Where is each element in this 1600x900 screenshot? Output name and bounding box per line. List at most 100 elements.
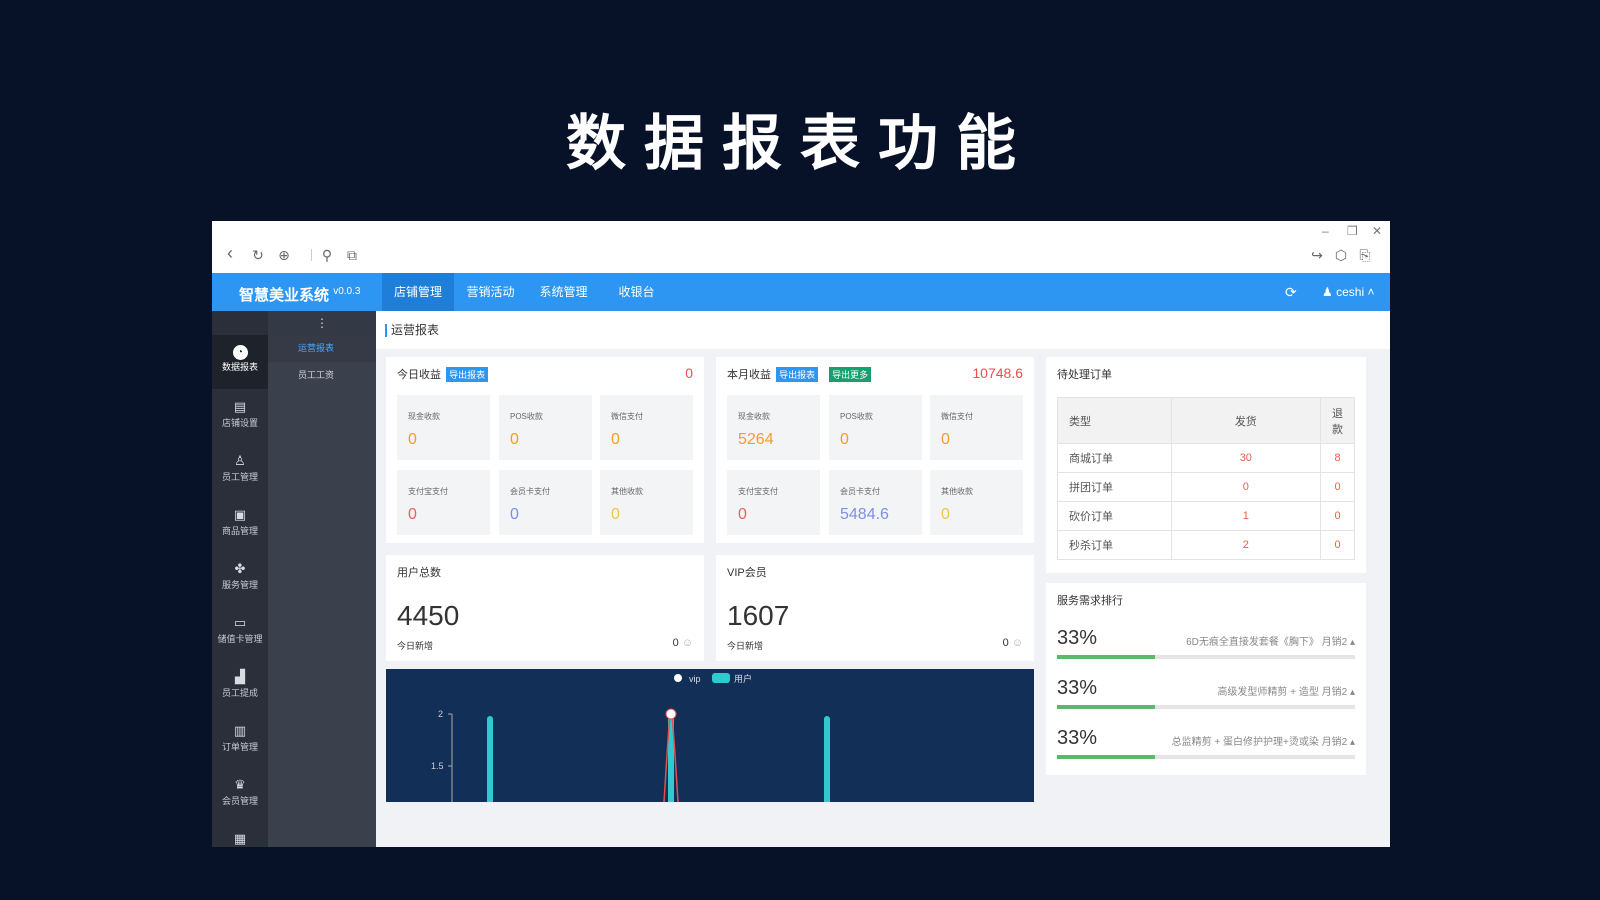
pay-tile: 微信支付 0 — [600, 395, 693, 460]
sidebar-item-orders[interactable]: ▥ 订单管理 — [212, 713, 268, 767]
link-icon[interactable]: ⚲ — [318, 247, 336, 264]
pay-label: 微信支付 — [611, 412, 643, 421]
pay-tile: 支付宝支付 0 — [727, 470, 820, 535]
sub-sidebar: ⋮ 运营报表 员工工资 — [268, 311, 376, 847]
nav-marketing[interactable]: 营销活动 — [454, 273, 527, 311]
crown-icon: ♛ — [234, 777, 246, 792]
sidebar-item-products[interactable]: ▣ 商品管理 — [212, 497, 268, 551]
column-header: 类型 — [1057, 397, 1172, 444]
rank-item: 33% 高级发型师精剪 + 造型 月销2 ▴ — [1057, 677, 1355, 727]
row-refund[interactable]: 8 — [1320, 443, 1355, 473]
refresh-icon[interactable]: ↻ — [249, 247, 267, 264]
rank-percent: 33% — [1057, 677, 1098, 699]
row-ship[interactable]: 0 — [1170, 472, 1322, 502]
globe-icon[interactable]: ⊕ — [275, 247, 293, 264]
pay-label: 会员卡支付 — [840, 487, 880, 496]
sidebar-item-commission[interactable]: ▟ 员工提成 — [212, 659, 268, 713]
pay-label: POS收款 — [840, 412, 873, 421]
export-report-button[interactable]: 导出报表 — [446, 367, 489, 382]
sidebar-item-staff[interactable]: ♙ 员工管理 — [212, 443, 268, 497]
rank-service-name: 高级发型师精剪 + 造型 月销2 ▴ — [1217, 687, 1355, 698]
export-more-button[interactable]: 导出更多 — [829, 367, 872, 382]
pay-value: 0 — [840, 431, 849, 448]
pay-tile: 会员卡支付 5484.6 — [829, 470, 922, 535]
pay-label: 其他收款 — [941, 487, 973, 496]
table-row: 秒杀订单 2 0 — [1057, 530, 1355, 560]
sidebar-item-stored-cards[interactable]: ▭ 储值卡管理 — [212, 605, 268, 659]
row-refund[interactable]: 0 — [1320, 530, 1355, 560]
sidebar-item-label: 订单管理 — [221, 742, 258, 752]
card-title: VIP会员 — [727, 567, 767, 579]
sub-item-staff-salary[interactable]: 员工工资 — [268, 362, 376, 389]
document-icon[interactable]: ⎘ — [1356, 247, 1374, 264]
sub-item-operations-report[interactable]: 运营报表 — [268, 335, 376, 362]
nav-cashier[interactable]: 收银台 — [600, 273, 673, 311]
month-total: 10748.6 — [972, 365, 1023, 381]
rank-item: 33% 总监精剪 + 蛋白修护护理+烫或染 月销2 ▴ — [1057, 727, 1355, 777]
sidebar-item-label: 储值卡管理 — [217, 634, 263, 644]
browser-toolbar: – ❐ ✕ ‹ ↻ ⊕ ⚲ ⧉ ↪ ⬡ ⎘ — [212, 221, 1390, 273]
clipboard-icon: ▥ — [233, 723, 247, 738]
sidebar-item-label: 服务管理 — [221, 580, 258, 590]
sidebar-item-calendar[interactable]: ▦ — [212, 821, 268, 847]
export-report-button[interactable]: 导出报表 — [776, 367, 819, 382]
caret-up-icon: ▴ — [1349, 687, 1355, 698]
today-total: 0 — [685, 365, 693, 381]
pay-label: 其他收款 — [611, 487, 643, 496]
pay-value: 0 — [408, 506, 417, 523]
copy-icon[interactable]: ⧉ — [343, 247, 361, 264]
user-menu[interactable]: ♟ ceshi ˄ — [1322, 273, 1374, 311]
sidebar-item-members[interactable]: ♛ 会员管理 — [212, 767, 268, 821]
share-icon[interactable]: ↪ — [1308, 247, 1326, 264]
sidebar-toggle[interactable]: ⋮ — [268, 311, 376, 335]
sidebar-item-label: 会员管理 — [221, 796, 258, 806]
rank-percent: 33% — [1057, 627, 1098, 649]
sidebar-item-label: 员工管理 — [221, 472, 258, 482]
caret-up-icon: ▴ — [1349, 737, 1355, 748]
nav-system[interactable]: 系统管理 — [527, 273, 600, 311]
rank-percent: 33% — [1057, 727, 1098, 749]
user-name: ceshi — [1336, 285, 1365, 299]
y-tick-label: 1.5 — [431, 761, 444, 771]
rank-progress — [1057, 755, 1355, 759]
user-add-icon: ☺ — [681, 637, 693, 649]
box-icon: ▣ — [233, 507, 247, 522]
restore-icon[interactable]: ❐ — [1347, 224, 1358, 238]
row-ship[interactable]: 2 — [1170, 530, 1322, 560]
user-bar — [487, 716, 493, 802]
cube-icon[interactable]: ⬡ — [1332, 247, 1350, 264]
back-icon[interactable]: ‹ — [221, 243, 239, 264]
vip-members-card: VIP会员 1607 今日新增 0 ☺ — [716, 555, 1034, 661]
sidebar-item-store-settings[interactable]: ▤ 店铺设置 — [212, 389, 268, 443]
row-refund[interactable]: 0 — [1320, 472, 1355, 502]
pay-tile: POS收款 0 — [499, 395, 592, 460]
rank-service-name: 6D无痕全直接发套餐《胸下》 月销2 ▴ — [1186, 637, 1355, 648]
column-header: 发货 — [1170, 397, 1322, 444]
pay-value: 0 — [408, 431, 417, 448]
person-icon: ♙ — [234, 453, 246, 468]
calendar-icon: ▦ — [233, 831, 247, 846]
row-type: 拼团订单 — [1057, 472, 1172, 502]
pay-tile: 其他收款 0 — [930, 470, 1023, 535]
bar-chart-icon: ▟ — [235, 669, 245, 684]
row-refund[interactable]: 0 — [1320, 501, 1355, 531]
sync-icon[interactable]: ⟳ — [1285, 273, 1297, 311]
rank-progress-fill — [1057, 705, 1156, 709]
vip-total: 1607 — [727, 600, 790, 631]
rank-service-name: 总监精剪 + 蛋白修护护理+烫或染 月销2 ▴ — [1171, 737, 1355, 748]
pay-tile: 会员卡支付 0 — [499, 470, 592, 535]
today-income-card: 今日收益 导出报表 0 现金收款 0 POS收款 0 微信支付 0 支付宝支付 … — [386, 357, 704, 543]
row-type: 商城订单 — [1057, 443, 1172, 473]
close-icon[interactable]: ✕ — [1372, 224, 1382, 238]
pay-tile: 其他收款 0 — [600, 470, 693, 535]
row-ship[interactable]: 1 — [1170, 501, 1322, 531]
sidebar-item-reports[interactable]: ◔ 数据报表 — [212, 335, 268, 389]
sidebar-item-services[interactable]: ✤ 服务管理 — [212, 551, 268, 605]
row-ship[interactable]: 30 — [1170, 443, 1322, 473]
sidebar: ◔ 数据报表 ▤ 店铺设置 ♙ 员工管理 ▣ 商品管理 ✤ 服务管理 ▭ 储值卡… — [212, 311, 268, 847]
minimize-icon[interactable]: – — [1322, 224, 1329, 238]
pay-value: 0 — [941, 506, 950, 523]
nav-store-management[interactable]: 店铺管理 — [382, 273, 454, 311]
user-bar — [824, 716, 830, 802]
today-new-value: 0 — [1002, 637, 1009, 649]
